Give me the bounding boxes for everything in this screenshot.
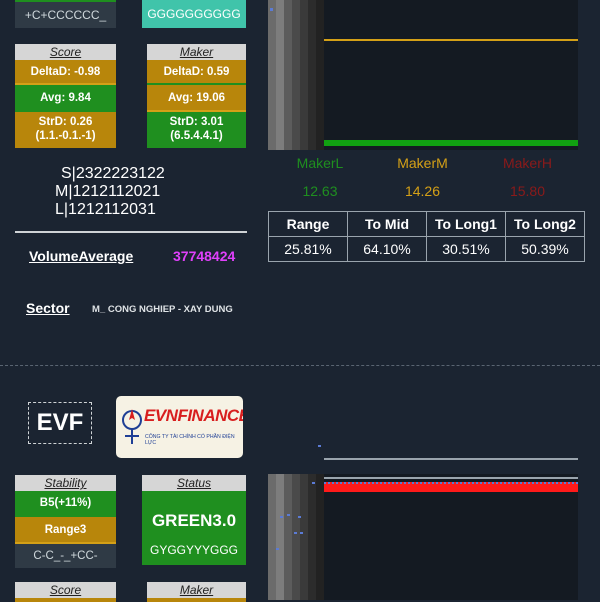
trend-text: +C+CCCCCC_	[24, 8, 107, 22]
score-header: Score	[15, 44, 116, 60]
maker-levels: MakerL MakerM MakerH 12.63 14.26 15.80	[270, 155, 590, 199]
chart-marker	[298, 516, 301, 518]
bottom-chart-gray-line	[324, 477, 578, 479]
ticker-box[interactable]: EVF	[28, 402, 92, 444]
smk-line-l: L|1212112031	[55, 201, 156, 218]
top-chart-green-bar	[324, 140, 578, 146]
stability-trend: C-C_-_+CC-	[15, 542, 116, 568]
smk-lines: S|2322223122 M|1212112021 L|1212112031	[55, 165, 215, 219]
maker-strd-detail: (6.5.4.4.1)	[170, 130, 223, 142]
bottom-chart-panel	[324, 474, 578, 600]
status-strip: GGGGGGGGGG	[142, 0, 246, 28]
to-long1-header: To Long1	[426, 211, 506, 237]
maker-strd-box: StrD: 3.01 (6.5.4.4.1)	[147, 110, 246, 148]
ticker-text: EVF	[36, 409, 84, 436]
sector-value: M_ CONG NGHIEP - XAY DUNG	[92, 304, 233, 315]
to-long1-value: 30.51%	[426, 236, 506, 262]
maker-avg: Avg: 19.06	[147, 83, 246, 110]
volume-value: 37748424	[173, 248, 236, 264]
smk-line-s: S|2322223122	[61, 165, 165, 182]
to-long2-value: 50.39%	[505, 236, 585, 262]
status-text: GGGGGGGGGG	[147, 7, 241, 21]
score-strd: StrD: 0.26	[38, 116, 93, 128]
score-delta: DeltaD: -0.98	[15, 60, 116, 83]
chart-marker	[300, 532, 303, 534]
top-chart-marker	[270, 8, 273, 11]
bottom-chart-top-line	[324, 458, 578, 460]
status-block: Status GREEN3.0 GYGGYYYGGG	[142, 475, 246, 565]
range-header: Range	[268, 211, 348, 237]
maker-h-value: 15.80	[509, 183, 546, 199]
maker-strd: StrD: 3.01	[169, 116, 224, 128]
score-strd-detail: (1.1.-0.1.-1)	[35, 130, 96, 142]
maker-l-value: 12.63	[302, 183, 338, 199]
score2-block: Score	[15, 582, 116, 602]
logo-text: EVNFINANCE	[144, 406, 243, 425]
stability-block: Stability B5(+11%) Range3 C-C_-_+CC-	[15, 475, 116, 568]
evn-emblem-icon	[122, 409, 142, 444]
maker2-block: Maker	[147, 582, 246, 602]
chart-marker	[312, 482, 315, 484]
logo-subtext: CÔNG TY TÀI CHÍNH CỔ PHẦN ĐIỆN LỰC	[145, 434, 235, 446]
stability-header: Stability	[15, 475, 116, 491]
maker-m-value: 14.26	[404, 183, 441, 199]
score-block: Score DeltaD: -0.98 Avg: 9.84 StrD: 0.26…	[15, 44, 116, 148]
stability-value: B5(+11%)	[15, 491, 116, 515]
to-mid-header: To Mid	[347, 211, 427, 237]
score-strd-box: StrD: 0.26 (1.1.-0.1.-1)	[15, 110, 116, 148]
maker-l-label: MakerL	[296, 155, 344, 171]
status-sequence: GYGGYYYGGG	[149, 543, 239, 557]
top-chart-gold-line	[324, 39, 578, 41]
trend-strip: +C+CCCCCC_	[15, 0, 116, 28]
maker-block: Maker DeltaD: 0.59 Avg: 19.06 StrD: 3.01…	[147, 44, 246, 148]
top-chart-stripes	[268, 0, 324, 150]
status-value: GREEN3.0	[151, 511, 237, 530]
maker-m-label: MakerM	[397, 155, 448, 171]
top-chart-panel	[324, 0, 578, 150]
maker-h-label: MakerH	[502, 155, 552, 171]
maker-header: Maker	[147, 44, 246, 60]
chart-marker	[318, 445, 321, 447]
card-separator	[0, 365, 600, 366]
range-value: 25.81%	[268, 236, 348, 262]
chart-marker	[294, 532, 297, 534]
to-mid-value: 64.10%	[347, 236, 427, 262]
bottom-chart-stripes	[268, 474, 324, 600]
volume-label: VolumeAverage	[29, 248, 134, 264]
to-long2-header: To Long2	[505, 211, 585, 237]
status-panel: GREEN3.0 GYGGYYYGGG	[142, 491, 246, 565]
bottom-chart-red-band	[324, 482, 578, 492]
chart-marker	[287, 514, 290, 516]
score2-header: Score	[15, 582, 116, 598]
divider	[15, 231, 247, 233]
maker-delta: DeltaD: 0.59	[147, 60, 246, 83]
status-header: Status	[142, 475, 246, 491]
company-logo: EVNFINANCE CÔNG TY TÀI CHÍNH CỔ PHẦN ĐIỆ…	[116, 396, 243, 458]
maker2-header: Maker	[147, 582, 246, 598]
range-table: Range To Mid To Long1 To Long2 25.81% 64…	[268, 211, 585, 262]
sector-label: Sector	[26, 300, 70, 316]
stability-range: Range3	[15, 515, 116, 542]
chart-marker	[276, 548, 279, 550]
score-avg: Avg: 9.84	[15, 83, 116, 110]
smk-line-m: M|1212112021	[55, 183, 161, 200]
chart-marker	[280, 516, 283, 518]
